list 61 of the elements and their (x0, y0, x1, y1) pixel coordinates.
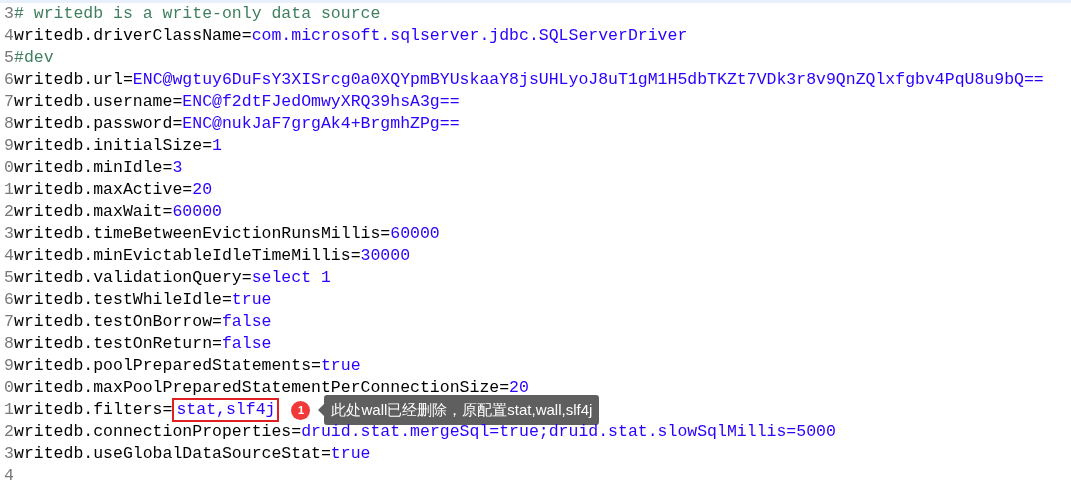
property-key: writedb.url= (14, 69, 133, 91)
property-key: writedb.testOnBorrow= (14, 311, 222, 333)
property-value: false (221, 311, 272, 333)
property-key: writedb.maxWait= (14, 201, 173, 223)
line-number: 3 (3, 223, 14, 245)
property-value: false (221, 333, 272, 355)
property-value: ENC@wgtuy6DuFsY3XISrcg0a0XQYpmBYUskaaY8jsUHLyoJ8uT1gM1H5dbTKZt7VDk3r8v9QnZQlxfgbv4PqU8u9bQ== (132, 69, 1044, 91)
property-key: writedb.maxActive= (14, 179, 193, 201)
line-number: 5 (3, 267, 14, 289)
property-key: writedb.connectionProperties= (14, 421, 302, 443)
highlighted-value: stat,slf4j (172, 398, 280, 422)
property-key: writedb.minEvictableIdleTimeMillis= (14, 245, 361, 267)
property-key: writedb.timeBetweenEvictionRunsMillis= (14, 223, 391, 245)
property-key: writedb.testWhileIdle= (14, 289, 232, 311)
line-number: 8 (3, 113, 14, 135)
property-value: com.microsoft.sqlserver.jdbc.SQLServerDriver (251, 25, 688, 47)
property-value: 20 (192, 179, 213, 201)
line-number: 2 (3, 421, 14, 443)
property-key: writedb.filters= (14, 399, 173, 421)
property-key: writedb.useGlobalDataSourceStat= (14, 443, 331, 465)
line-number: 4 (3, 25, 14, 47)
line-number: 7 (3, 311, 14, 333)
line-number: 8 (3, 333, 14, 355)
property-value: true (330, 443, 371, 465)
line-number: 7 (3, 91, 14, 113)
line-number: 3 (3, 3, 14, 25)
line-number: 9 (3, 355, 14, 377)
property-key: writedb.testOnReturn= (14, 333, 222, 355)
property-value: true (231, 289, 272, 311)
property-value: 1 (212, 135, 222, 157)
line-number: 9 (3, 135, 14, 157)
property-value: 60000 (390, 223, 440, 245)
comment-text: #dev (14, 47, 54, 69)
line-number: 0 (3, 157, 14, 179)
property-key: writedb.poolPreparedStatements= (14, 355, 321, 377)
line-number: 5 (3, 47, 14, 69)
property-key: writedb.username= (14, 91, 183, 113)
note-tooltip: 此处wall已经删除，原配置stat,wall,slf4j (324, 395, 600, 425)
property-value: true (320, 355, 361, 377)
line-number: 1 (3, 399, 14, 421)
line-number: 0 (3, 377, 14, 399)
line-number: 6 (3, 69, 14, 91)
property-key: writedb.initialSize= (14, 135, 213, 157)
property-value: 3 (172, 157, 183, 179)
property-value: ENC@f2dtFJedOmwyXRQ39hsA3g== (182, 91, 460, 113)
property-key: writedb.driverClassName= (14, 25, 252, 47)
line-number: 2 (3, 201, 14, 223)
property-value: 30000 (360, 245, 411, 267)
line-number: 1 (3, 179, 14, 201)
property-key: writedb.password= (14, 113, 183, 135)
property-key: writedb.validationQuery= (14, 267, 252, 289)
comment-text: # writedb is a write-only data source (14, 3, 381, 25)
property-key: writedb.minIdle= (14, 157, 173, 179)
property-value: ENC@nukJaF7grgAk4+BrgmhZPg== (182, 113, 460, 135)
note-badge: 1 (291, 400, 311, 420)
line-number: 4 (3, 245, 14, 267)
line-number: 6 (3, 289, 14, 311)
property-value: 60000 (172, 201, 222, 223)
line-number: 3 (3, 443, 14, 465)
line-number: 4 (3, 465, 14, 487)
property-value: select 1 (251, 267, 331, 289)
